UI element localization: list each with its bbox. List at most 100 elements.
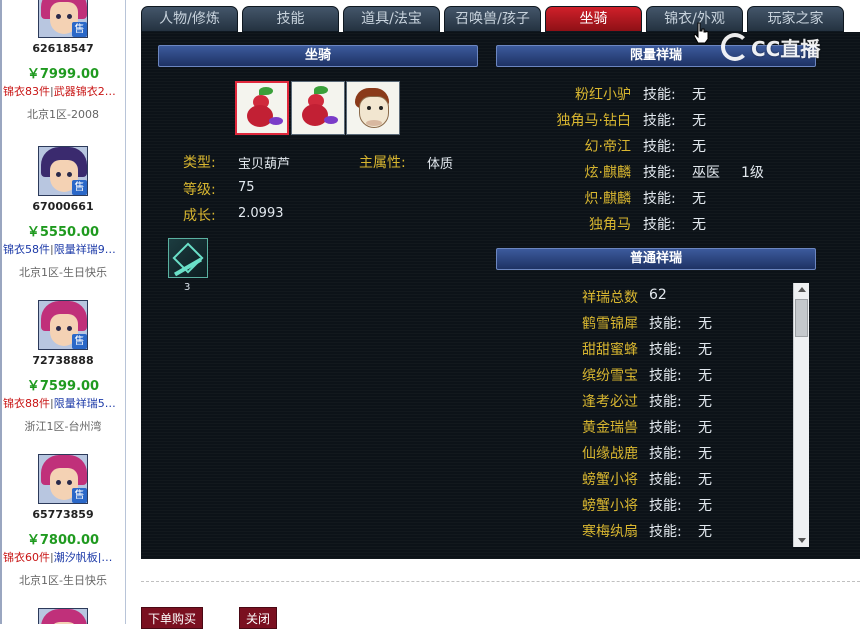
sell-badge: 售 [72, 488, 87, 503]
tab-summons[interactable]: 召唤兽/孩子 [444, 6, 541, 32]
listing-id: 67000661 [32, 200, 94, 213]
limited-skill-value: 无 [692, 139, 706, 155]
listing-server: 北京1区-生日快乐 [19, 266, 107, 279]
listing-tags: 锦衣88件|限量祥瑞5… [3, 397, 116, 409]
limited-skill-value: 无 [692, 113, 706, 129]
normal-skill-label: 技能: [649, 342, 682, 358]
listing-card[interactable]: 售 67000661 ￥5550.00 锦衣58件|限量祥瑞9… 北京1区-生日… [0, 146, 125, 279]
listing-price: ￥5550.00 [26, 225, 100, 240]
tab-player-home[interactable]: 玩家之家 [747, 6, 844, 32]
normal-skill-value: 无 [698, 394, 712, 410]
normal-skill-value: 无 [698, 524, 712, 540]
listing-server: 北京1区-生日快乐 [19, 574, 107, 587]
listing-card[interactable]: 售 72738888 ￥7599.00 锦衣88件|限量祥瑞5… 浙江1区-台州… [0, 300, 125, 433]
growth-value: 2.0993 [238, 206, 284, 221]
normal-skill-value: 无 [698, 316, 712, 332]
listing-column: 售 62618547 ￥7999.00 锦衣83件|武器锦衣2… 北京1区-20… [0, 0, 126, 624]
normal-skill-value: 无 [698, 420, 712, 436]
limited-skill-label: 技能: [643, 139, 676, 155]
mount-panel: 坐骑 限量祥瑞 类型: 宝贝葫芦 主属性: 体质 等级: 75 成长: 2.09… [141, 32, 860, 559]
normal-skill-label: 技能: [649, 498, 682, 514]
normal-list-scrollbar[interactable] [793, 283, 809, 547]
listing-price: ￥7599.00 [26, 379, 100, 394]
listing-tags: 锦衣60件|潮汐帆板|… [3, 551, 113, 563]
level-value: 75 [238, 180, 255, 195]
mount-section-header: 坐骑 [158, 45, 478, 67]
mount-skill-icon[interactable] [168, 238, 208, 278]
normal-name: 寒梅纨扇 [582, 524, 638, 540]
level-label: 等级: [183, 182, 216, 198]
normal-skill-label: 技能: [649, 420, 682, 436]
limited-skill-label: 技能: [643, 87, 676, 103]
limited-skill-level: 1级 [741, 165, 764, 181]
limited-skill-label: 技能: [643, 217, 676, 233]
character-avatar[interactable]: 售 [38, 454, 88, 504]
limited-skill-value: 无 [692, 87, 706, 103]
limited-name: 独角马 [589, 217, 631, 233]
normal-skill-label: 技能: [649, 394, 682, 410]
normal-name: 鹤雪锦犀 [582, 316, 638, 332]
listing-id: 72738888 [32, 354, 94, 367]
listing-card[interactable] [0, 608, 125, 624]
normal-total-value: 62 [649, 287, 667, 303]
normal-skill-label: 技能: [649, 316, 682, 332]
limited-skill-label: 技能: [643, 113, 676, 129]
normal-section-header: 普通祥瑞 [496, 248, 816, 270]
mount-slot-gourd[interactable] [235, 81, 289, 135]
normal-skill-label: 技能: [649, 524, 682, 540]
normal-skill-value: 无 [698, 498, 712, 514]
normal-name: 黄金瑞兽 [582, 420, 638, 436]
normal-skill-value: 无 [698, 472, 712, 488]
detail-tabs: 人物/修炼 技能 道具/法宝 召唤兽/孩子 坐骑 锦衣/外观 玩家之家 [141, 6, 860, 32]
listing-id: 62618547 [32, 42, 94, 55]
listing-price: ￥7999.00 [26, 67, 100, 82]
cc-logo-icon [721, 33, 749, 61]
normal-name: 螃蟹小将 [582, 498, 638, 514]
limited-skill-value: 无 [692, 217, 706, 233]
normal-skill-value: 无 [698, 368, 712, 384]
limited-name: 炽·麒麟 [584, 191, 631, 207]
type-value: 宝贝葫芦 [238, 157, 291, 172]
main-attr-label: 主属性: [359, 155, 406, 171]
scroll-thumb[interactable] [795, 299, 808, 337]
tab-mounts[interactable]: 坐骑 [545, 6, 642, 32]
listing-tags: 锦衣58件|限量祥瑞9… [3, 243, 116, 255]
listing-card[interactable]: 售 65773859 ￥7800.00 锦衣60件|潮汐帆板|… 北京1区-生日… [0, 454, 125, 587]
limited-skill-value: 无 [692, 191, 706, 207]
normal-total-label: 祥瑞总数 [582, 290, 638, 306]
character-avatar[interactable]: 售 [38, 300, 88, 350]
character-avatar[interactable]: 售 [38, 0, 88, 38]
close-button[interactable]: 关闭 [239, 607, 277, 629]
listing-card[interactable]: 售 62618547 ￥7999.00 锦衣83件|武器锦衣2… 北京1区-20… [0, 0, 125, 121]
limited-name: 幻·帝江 [584, 139, 631, 155]
tab-items[interactable]: 道具/法宝 [343, 6, 440, 32]
mount-skill-count: 3 [184, 282, 191, 293]
tab-character[interactable]: 人物/修炼 [141, 6, 238, 32]
normal-name: 甜甜蜜蜂 [582, 342, 638, 358]
listing-server: 浙江1区-台州湾 [24, 420, 102, 433]
scroll-down-arrow-icon[interactable] [798, 538, 806, 543]
sell-badge: 售 [72, 334, 87, 349]
character-avatar[interactable]: 售 [38, 146, 88, 196]
normal-name: 逢考必过 [582, 394, 638, 410]
tab-skills[interactable]: 技能 [242, 6, 339, 32]
main-attr-value: 体质 [427, 157, 454, 172]
listing-tags: 锦衣83件|武器锦衣2… [3, 85, 116, 97]
normal-name: 仙缘战鹿 [582, 446, 638, 462]
sell-badge: 售 [72, 22, 87, 37]
buy-button[interactable]: 下单购买 [141, 607, 203, 629]
mount-slot-gourd[interactable] [291, 81, 345, 135]
limited-skill-value: 巫医 [692, 165, 720, 181]
hand-cursor-icon [693, 22, 709, 44]
limited-name: 独角马·钻白 [556, 113, 631, 129]
limited-skill-label: 技能: [643, 191, 676, 207]
normal-skill-label: 技能: [649, 472, 682, 488]
listing-id: 65773859 [32, 508, 94, 521]
normal-name: 螃蟹小将 [582, 472, 638, 488]
mount-slot-horse[interactable] [346, 81, 400, 135]
character-avatar[interactable] [38, 608, 88, 624]
normal-name: 缤纷雪宝 [582, 368, 638, 384]
normal-skill-value: 无 [698, 342, 712, 358]
scroll-up-arrow-icon[interactable] [798, 287, 806, 292]
sell-badge: 售 [72, 180, 87, 195]
